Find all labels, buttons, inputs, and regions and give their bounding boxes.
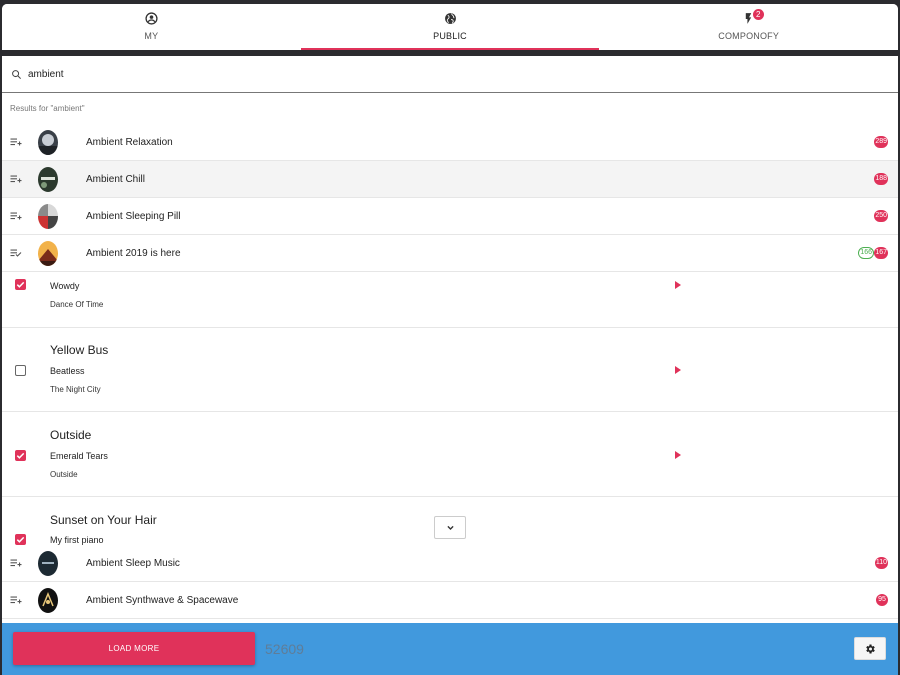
playlist-cover <box>38 587 58 613</box>
playlist-add-icon[interactable] <box>10 558 22 568</box>
search-input[interactable] <box>28 68 428 80</box>
playlist-add-icon[interactable] <box>10 174 22 184</box>
tab-public[interactable]: PUBLIC <box>300 4 600 50</box>
play-icon[interactable] <box>675 366 681 374</box>
play-icon[interactable] <box>675 451 681 459</box>
playlist-cover <box>38 550 58 576</box>
footer-bar: LOAD MORE 52609 <box>2 623 898 675</box>
track-row[interactable]: Outside Emerald Tears Outside <box>2 412 898 497</box>
playlist-row-expanded[interactable]: Ambient 2019 is here 166 167 <box>2 235 898 272</box>
track-artist: Wowdy <box>50 281 80 291</box>
track-checkbox-checked[interactable] <box>15 450 26 461</box>
track-row[interactable]: Wowdy Dance Of Time <box>2 272 898 328</box>
track-artist: Beatless <box>50 366 85 376</box>
track-count-badge: 250 <box>874 210 888 222</box>
tab-label: PUBLIC <box>433 31 467 41</box>
playlist-title: Ambient Sleeping Pill <box>86 210 181 222</box>
chevron-down-icon <box>446 525 454 530</box>
track-artist: My first piano <box>50 535 104 545</box>
playlist-title: Ambient Sleep Music <box>86 557 180 569</box>
playlist-cover <box>38 240 58 266</box>
track-title: Sunset on Your Hair <box>50 513 157 527</box>
playlist-add-icon[interactable] <box>10 211 22 221</box>
load-more-button[interactable]: LOAD MORE <box>13 632 255 665</box>
track-album: The Night City <box>50 385 101 394</box>
track-album: Outside <box>50 470 78 479</box>
playlist-cover <box>38 166 58 192</box>
tab-bar: MY PUBLIC 2 COMPONOFY <box>2 4 898 50</box>
track-count-badge: 289 <box>874 136 888 148</box>
playlist-added-check-icon[interactable] <box>10 248 22 258</box>
settings-button[interactable] <box>854 637 886 660</box>
playlist-title: Ambient 2019 is here <box>86 247 181 259</box>
track-album: Dance Of Time <box>50 300 104 309</box>
playlist-add-icon[interactable] <box>10 137 22 147</box>
globe-icon <box>444 13 456 24</box>
track-count-badge: 95 <box>876 594 888 606</box>
playlist-add-icon[interactable] <box>10 595 22 605</box>
account-circle-icon <box>145 12 158 25</box>
track-artist: Emerald Tears <box>50 451 108 461</box>
playlist-row[interactable]: Ambient Sleep Music 110 <box>2 545 898 582</box>
collapse-button[interactable] <box>434 516 466 539</box>
search-icon <box>12 69 21 79</box>
track-title: Outside <box>50 428 92 442</box>
results-label: Results for "ambient" <box>10 104 85 113</box>
play-icon[interactable] <box>675 281 681 289</box>
search-bar <box>2 56 898 93</box>
playlist-row[interactable]: Ambient Sleeping Pill 250 <box>2 198 898 235</box>
playlist-row[interactable]: Ambient Relaxation 289 <box>2 124 898 161</box>
track-count-badge: 110 <box>874 557 888 569</box>
gear-icon <box>866 644 875 653</box>
track-title: Yellow Bus <box>50 343 109 357</box>
playlist-cover <box>38 129 58 155</box>
selected-count-badge: 166 <box>858 247 874 259</box>
tab-label: COMPONOFY <box>718 31 780 41</box>
track-checkbox-unchecked[interactable] <box>15 365 26 376</box>
playlist-row[interactable]: Ambient Chill 188 <box>2 161 898 198</box>
playlist-cover <box>38 203 58 229</box>
track-count-badge: 167 <box>874 247 888 259</box>
track-row[interactable]: Yellow Bus Beatless The Night City <box>2 328 898 412</box>
total-count: 52609 <box>265 641 304 657</box>
track-count-badge: 188 <box>874 173 888 185</box>
playlist-title: Ambient Relaxation <box>86 136 173 148</box>
tab-label: MY <box>144 31 159 41</box>
playlist-title: Ambient Chill <box>86 173 145 185</box>
track-checkbox-checked[interactable] <box>15 279 26 290</box>
track-checkbox-checked[interactable] <box>15 534 26 545</box>
tab-componofy[interactable]: 2 COMPONOFY <box>599 4 898 50</box>
app-window: MY PUBLIC 2 COMPONOFY Results for "ambie… <box>2 4 898 675</box>
playlist-title: Ambient Synthwave & Spacewave <box>86 594 239 606</box>
notification-badge: 2 <box>752 9 764 20</box>
playlist-row[interactable]: Ambient Synthwave & Spacewave 95 <box>2 582 898 619</box>
tab-my[interactable]: MY <box>2 4 301 50</box>
